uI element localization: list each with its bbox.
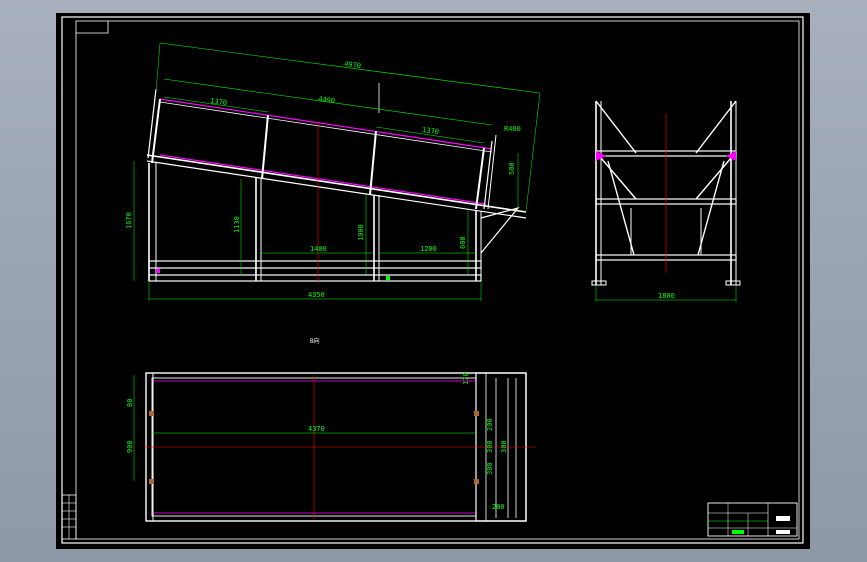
dim-ext xyxy=(525,92,541,212)
screen-lower-edge xyxy=(159,154,487,205)
dim-span-right-text: 1370 xyxy=(422,126,440,136)
plan-view-label: B向 xyxy=(310,337,320,345)
brace xyxy=(595,100,637,154)
dim-side-width-text: 1800 xyxy=(658,292,675,300)
inner-border xyxy=(75,20,800,540)
cad-drawing: 4970 4490 1370 1370 500 R400 1670 1130 1… xyxy=(61,16,804,544)
brace xyxy=(607,160,635,256)
brace xyxy=(600,157,637,200)
revision-strip xyxy=(61,494,77,540)
brace xyxy=(697,160,725,256)
corner-note: R400 xyxy=(504,125,521,133)
dim-plan-right-0: 200 xyxy=(486,418,494,431)
connector xyxy=(474,411,479,416)
dim-ext xyxy=(155,42,161,92)
dim-base-text: 4350 xyxy=(308,291,325,299)
screen-upper-edge xyxy=(159,98,493,150)
connector xyxy=(149,479,154,484)
base-rail-lower xyxy=(148,274,482,282)
dim-height-right-text: 600 xyxy=(459,236,467,249)
screen-divider-1 xyxy=(261,114,269,180)
screen-divider-2 xyxy=(369,130,377,196)
top-rail xyxy=(146,154,527,213)
dim-height-left-text: 1670 xyxy=(125,212,133,229)
dim-vert-right-text: 500 xyxy=(508,162,516,175)
dim-overall-length: 4970 xyxy=(344,60,362,70)
dim-bay-right-text: 1200 xyxy=(420,245,437,253)
brace xyxy=(695,100,737,154)
connector xyxy=(149,411,154,416)
dim-height-mid-left-text: 1130 xyxy=(233,216,241,233)
dim-plan-length-text: 4370 xyxy=(308,425,325,433)
dim-plan-right-2: 300 xyxy=(486,462,494,475)
dim-plan-right-1: 300 xyxy=(486,440,494,453)
dim-plan-left-top-text: 80 xyxy=(126,399,134,407)
dim-plan-right-top-text: 170 xyxy=(462,372,470,385)
foot xyxy=(725,280,741,286)
foot-mark-2 xyxy=(386,276,390,280)
screen-end-right xyxy=(475,147,485,210)
corner-mark xyxy=(76,21,109,34)
dim-inner-length: 4490 xyxy=(318,95,336,105)
title-block xyxy=(707,502,798,537)
connector xyxy=(474,479,479,484)
right-bracket xyxy=(480,206,520,254)
dim-span-left-text: 1370 xyxy=(210,97,228,107)
tb-mark xyxy=(732,530,744,534)
dim-plan-right-3: 300 xyxy=(500,440,508,453)
top-rail-lower xyxy=(146,160,527,219)
dim-bay-mid-text: 1400 xyxy=(310,245,327,253)
outer-border xyxy=(61,16,804,544)
tb-mark xyxy=(776,516,790,521)
dim-plan-right-4: 200 xyxy=(492,503,505,511)
tb-mark xyxy=(776,530,790,534)
foot xyxy=(591,280,607,286)
side-view: 1800 xyxy=(591,100,741,302)
dim-height-mid-text: 1000 xyxy=(357,224,365,241)
brace xyxy=(695,157,732,200)
dim-plan-left-mid-text: 900 xyxy=(126,440,134,453)
foot-mark xyxy=(156,269,160,273)
screen-upper-edge-2 xyxy=(159,101,493,153)
front-view: 4970 4490 1370 1370 500 R400 1670 1130 1… xyxy=(125,42,541,301)
drawing-sheet: 4970 4490 1370 1370 500 R400 1670 1130 1… xyxy=(56,13,810,549)
plan-view: B向 4370 80 900 170 200 300 300 300 200 xyxy=(126,337,536,522)
base-rail-upper xyxy=(148,260,482,269)
